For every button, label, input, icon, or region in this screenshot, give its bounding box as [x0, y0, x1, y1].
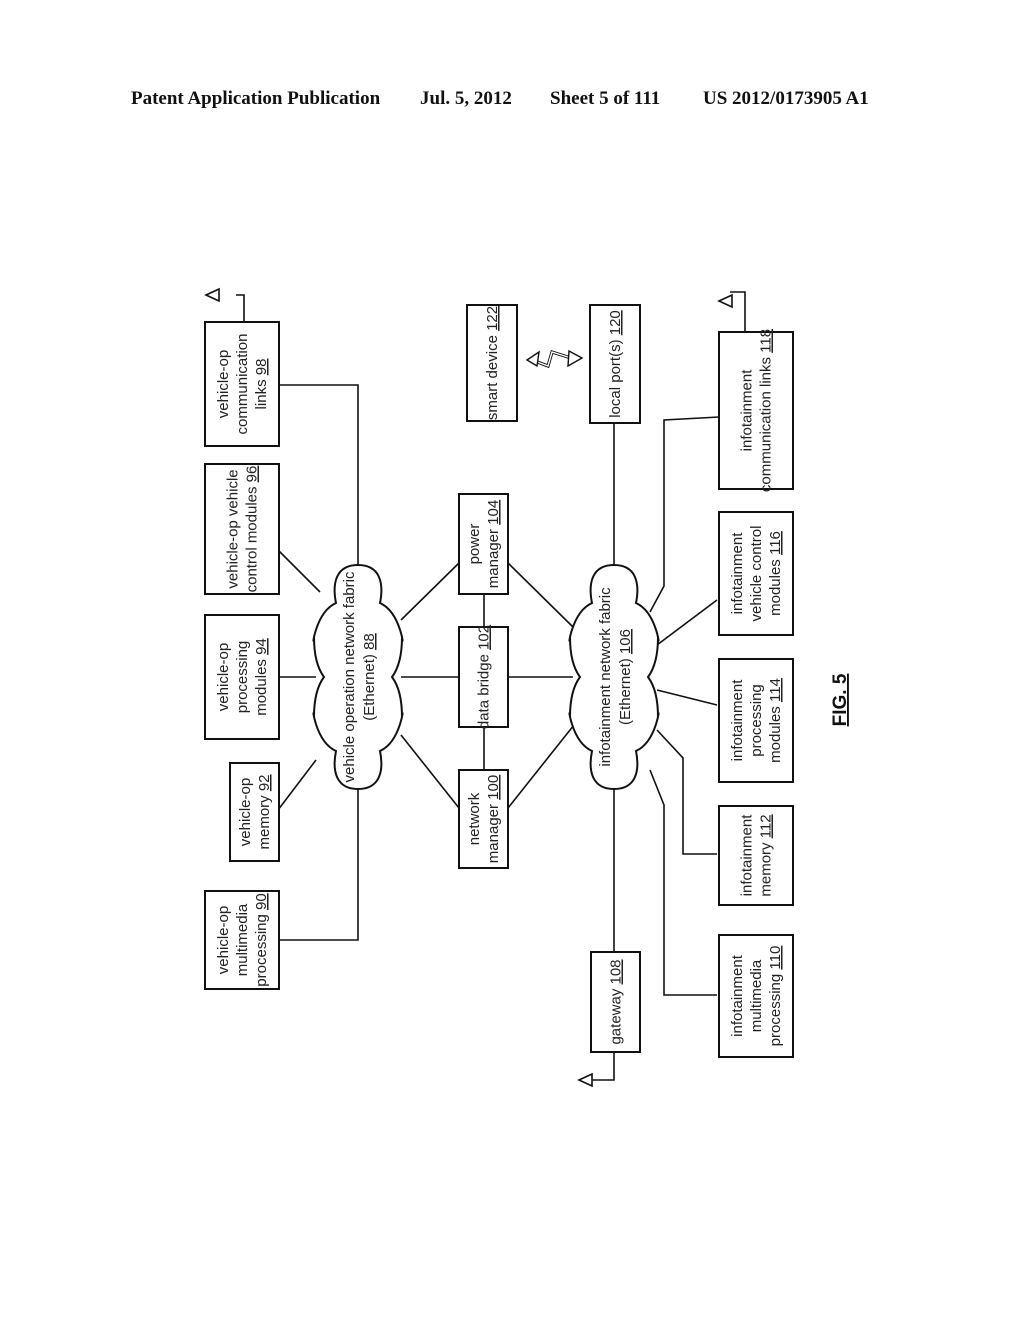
block-border: [718, 331, 794, 490]
reference-number: 116: [767, 531, 784, 555]
block-info-memory: infotainment memory 112: [718, 805, 794, 906]
network-diagram: vehicle operation network fabric (Etherne…: [204, 287, 851, 1088]
reference-number: 110: [767, 946, 784, 970]
reference-number: 92: [256, 774, 273, 791]
reference-number: 120: [607, 310, 624, 335]
block-label: infotainment processing modules 114: [729, 678, 784, 763]
reference-number: 90: [253, 893, 270, 910]
block-vop-comm-links: vehicle-op communication links 98: [204, 321, 280, 447]
block-info-processing: infotainment processing modules 114: [718, 658, 794, 783]
block-label: smart device 122: [484, 306, 501, 420]
reference-number: 122: [484, 306, 501, 331]
line-vop-to-power: [400, 562, 460, 621]
block-label: infotainment multimedia processing 110: [729, 946, 784, 1047]
block-info-multimedia: infotainment multimedia processing 110: [718, 934, 794, 1058]
wireless-link-icon: [525, 349, 584, 369]
cloud-shape: [312, 563, 404, 791]
block-label: data bridge 102: [476, 625, 493, 729]
line-antenna-108: [592, 1052, 615, 1081]
block-vop-multimedia: vehicle-op multimedia processing 90: [204, 890, 280, 990]
block-vop-vehicle-control: vehicle-op vehicle control modules 96: [204, 463, 280, 595]
reference-number: 98: [253, 359, 270, 376]
cloud-infotainment-network-fabric: infotainment network fabric (Ethernet) 10…: [568, 563, 660, 791]
line-memory-112: [656, 729, 717, 855]
reference-number: 88: [361, 633, 378, 650]
line-vop-to-network: [400, 734, 460, 809]
block-power-manager: power manager 104: [458, 493, 509, 595]
line-processing-114: [656, 689, 718, 706]
reference-number: 106: [617, 629, 634, 654]
reference-number: 102: [476, 625, 493, 650]
antenna-icon-118: [717, 293, 733, 309]
block-vop-processing: vehicle-op processing modules 94: [204, 614, 280, 740]
line-comm-links-118: [649, 416, 720, 613]
reference-number: 100: [485, 775, 502, 800]
line-multimedia-90: [279, 790, 359, 941]
line-antenna-98: [236, 294, 245, 322]
cloud-shape: [568, 563, 660, 791]
line-memory-92: [277, 759, 317, 811]
block-label: vehicle-op processing modules 94: [215, 638, 270, 716]
block-label: vehicle-op multimedia processing 90: [215, 893, 270, 986]
block-vop-memory: vehicle-op memory 92: [229, 762, 280, 862]
block-label: local port(s) 120: [607, 310, 624, 418]
line-network-to-info: [507, 724, 575, 809]
block-label: gateway 108: [608, 959, 625, 1044]
line-vehicle-control-116: [656, 599, 718, 646]
reference-number: 104: [485, 500, 502, 525]
cloud-vehicle-operation-network-fabric: vehicle operation network fabric (Etherne…: [312, 563, 404, 791]
reference-number: 118: [758, 329, 775, 353]
figure-label: FIG. 5: [830, 673, 851, 726]
line-vehicle-control-96: [277, 549, 321, 593]
block-network-manager: network manager 100: [458, 769, 509, 869]
block-local-ports: local port(s) 120: [589, 304, 641, 424]
reference-number: 96: [244, 466, 261, 483]
reference-number: 108: [608, 959, 625, 984]
block-smart-device: smart device 122: [466, 304, 518, 422]
block-info-vehicle-control: infotainment vehicle control modules 116: [718, 511, 794, 636]
reference-number: 114: [767, 678, 784, 702]
block-data-bridge: data bridge 102: [458, 625, 509, 729]
block-border: [204, 463, 280, 595]
reference-number: 112: [758, 814, 775, 838]
block-label: infotainment vehicle control modules 116: [729, 526, 784, 622]
antenna-icon-98: [204, 287, 220, 303]
block-gateway: gateway 108: [590, 951, 641, 1053]
block-border: [718, 805, 794, 906]
line-power-to-info: [507, 562, 575, 629]
reference-number: 94: [253, 638, 270, 655]
antenna-icon-108: [577, 1072, 593, 1088]
block-info-comm-links: infotainment communication links 118: [718, 329, 794, 492]
line-comm-links-98: [271, 384, 359, 565]
